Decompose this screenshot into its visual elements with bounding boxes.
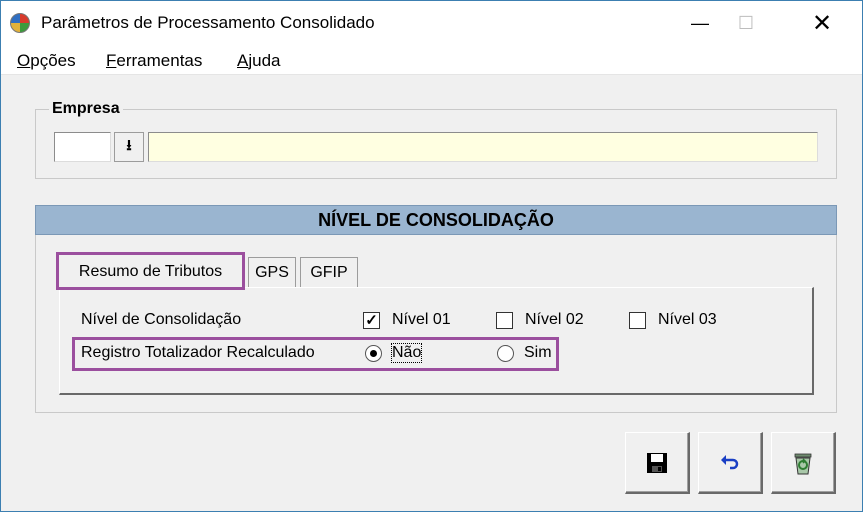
menu-opcoes-accel: O — [17, 51, 31, 70]
nivel-consolidacao-label: Nível de Consolidação — [81, 311, 242, 328]
nivel-01-label: Nível 01 — [392, 311, 451, 328]
app-window: Parâmetros de Processamento Consolidado … — [0, 0, 863, 512]
undo-button[interactable] — [698, 432, 763, 494]
menu-ferramentas-accel: F — [106, 51, 117, 70]
menu-ajuda-accel: A — [237, 51, 249, 70]
radio-nao[interactable] — [365, 345, 382, 362]
menu-ajuda[interactable]: Ajuda — [237, 51, 280, 71]
menu-bar: Opções Ferramentas Ajuda — [1, 45, 862, 75]
radio-nao-label[interactable]: Não — [390, 343, 423, 363]
nivel-02-checkbox[interactable] — [496, 312, 513, 329]
nivel-02-label: Nível 02 — [525, 311, 584, 328]
empresa-name-field[interactable] — [148, 132, 818, 162]
tab-content-resumo — [59, 287, 814, 395]
recycle-bin-icon — [794, 453, 812, 474]
consolidation-header: NÍVEL DE CONSOLIDAÇÃO — [35, 205, 837, 235]
nivel-03-label: Nível 03 — [658, 311, 717, 328]
save-icon — [647, 452, 667, 473]
radio-selected-dot — [370, 350, 377, 357]
download-arrow-icon: ⭳ — [126, 136, 132, 154]
menu-ferramentas-label: erramentas — [116, 51, 203, 70]
radio-sim[interactable] — [497, 345, 514, 362]
tab-gps[interactable]: GPS — [248, 257, 296, 287]
delete-button[interactable] — [771, 432, 836, 494]
menu-opcoes-label: pções — [30, 51, 76, 70]
app-logo-icon — [10, 13, 30, 33]
window-title: Parâmetros de Processamento Consolidado — [41, 13, 375, 32]
nivel-01-checkbox[interactable]: ✓ — [363, 312, 380, 329]
menu-ferramentas[interactable]: Ferramentas — [106, 51, 202, 71]
empresa-dropdown-button[interactable]: ⭳ — [114, 132, 144, 162]
tab-gfip[interactable]: GFIP — [300, 257, 358, 287]
menu-ajuda-label: juda — [248, 51, 281, 70]
close-button[interactable]: ✕ — [799, 1, 845, 45]
menu-opcoes[interactable]: Opções — [17, 51, 76, 71]
save-button[interactable] — [625, 432, 690, 494]
radio-sim-label[interactable]: Sim — [524, 344, 552, 362]
nivel-03-checkbox[interactable] — [629, 312, 646, 329]
undo-icon — [721, 454, 739, 469]
empresa-code-input[interactable] — [54, 132, 111, 162]
checkmark-icon: ✓ — [365, 312, 378, 329]
tab-resumo-de-tributos[interactable]: Resumo de Tributos — [58, 253, 243, 289]
maximize-button[interactable]: ☐ — [723, 1, 769, 45]
minimize-button[interactable]: — — [677, 1, 723, 45]
registro-totalizador-label: Registro Totalizador Recalculado — [81, 344, 315, 361]
title-bar: Parâmetros de Processamento Consolidado … — [1, 1, 862, 45]
empresa-group-label: Empresa — [49, 100, 123, 118]
